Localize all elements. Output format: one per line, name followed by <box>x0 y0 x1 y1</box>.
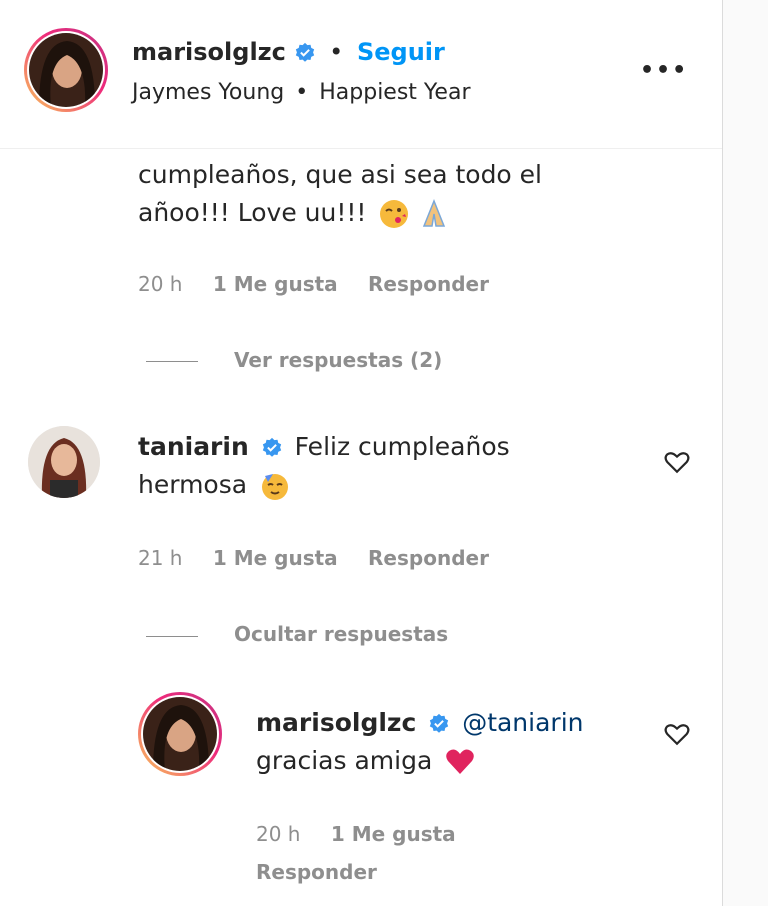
comment-username[interactable]: taniarin <box>138 432 249 461</box>
reply-text: marisolglzc @taniarin gracias amiga <box>256 704 656 780</box>
reply-meta-2: Responder <box>256 860 377 884</box>
thread-line <box>146 636 198 637</box>
like-heart-icon[interactable] <box>664 722 690 746</box>
header-avatar[interactable] <box>24 28 108 112</box>
reply-time[interactable]: 20 h <box>256 822 300 846</box>
header-username[interactable]: marisolglzc <box>132 38 286 66</box>
comment-meta: 20 h 1 Me gusta Responder <box>138 272 513 296</box>
song-info[interactable]: Jaymes Young • Happiest Year <box>132 80 471 105</box>
reply-button[interactable]: Responder <box>368 546 489 570</box>
song-separator: • <box>295 80 309 105</box>
comment-text-line: cumpleaños, que asi sea todo el <box>138 160 543 189</box>
comments-panel: marisolglzc • Seguir Jaymes Young • Happ… <box>0 0 723 906</box>
red-heart-emoji-icon <box>446 749 474 774</box>
verified-icon <box>295 42 314 62</box>
comment-body-2: hermosa <box>138 470 248 499</box>
comment-meta: 21 h 1 Me gusta Responder <box>138 546 513 570</box>
kiss-wink-emoji-icon <box>380 200 409 228</box>
comment-likes[interactable]: 1 Me gusta <box>213 272 338 296</box>
comment-likes[interactable]: 1 Me gusta <box>213 546 338 570</box>
header-user-line: marisolglzc • Seguir <box>132 38 445 66</box>
more-options-button[interactable]: ••• <box>640 58 686 83</box>
like-heart-icon[interactable] <box>664 450 690 474</box>
reply-username[interactable]: marisolglzc <box>256 708 416 737</box>
comment-body: Feliz cumpleaños <box>294 432 510 461</box>
folded-hands-emoji-icon <box>423 198 446 227</box>
reply-likes[interactable]: 1 Me gusta <box>331 822 456 846</box>
thread-line <box>146 361 198 362</box>
comment-time[interactable]: 20 h <box>138 272 182 296</box>
comment-text-line-2: añoo!!! Love uu!!! <box>138 194 698 232</box>
reply-button[interactable]: Responder <box>256 860 377 884</box>
reply-body: gracias amiga <box>256 746 433 775</box>
view-replies-button[interactable]: Ver respuestas (2) <box>234 348 442 372</box>
mention-link[interactable]: @taniarin <box>462 708 583 737</box>
hide-replies-button[interactable]: Ocultar respuestas <box>234 622 448 646</box>
comment-avatar[interactable] <box>28 426 100 498</box>
reply-button[interactable]: Responder <box>368 272 489 296</box>
comment-text: taniarin Feliz cumpleaños hermosa <box>138 428 638 504</box>
reply-meta: 20 h 1 Me gusta <box>256 822 480 846</box>
partying-face-emoji-icon <box>262 474 289 500</box>
comment-time[interactable]: 21 h <box>138 546 182 570</box>
right-gutter <box>723 0 768 906</box>
reply-avatar[interactable] <box>138 692 222 776</box>
verified-icon <box>430 713 449 733</box>
header-separator: • <box>329 38 344 66</box>
post-header: marisolglzc • Seguir Jaymes Young • Happ… <box>0 0 722 149</box>
song-artist[interactable]: Jaymes Young <box>132 80 284 105</box>
follow-button[interactable]: Seguir <box>357 38 445 66</box>
comment-text: cumpleaños, que asi sea todo el añoo!!! … <box>138 156 698 232</box>
comment-text-span: añoo!!! Love uu!!! <box>138 198 367 227</box>
song-title[interactable]: Happiest Year <box>319 80 470 105</box>
verified-icon <box>262 437 281 457</box>
